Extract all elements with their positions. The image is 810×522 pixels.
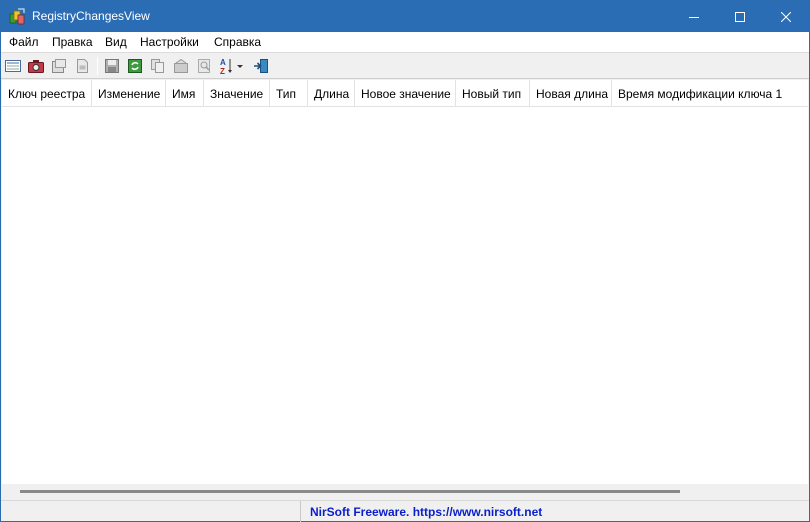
registry-app-icon (9, 8, 26, 25)
maximize-button[interactable] (717, 1, 763, 32)
list-icon[interactable] (4, 57, 22, 75)
column-header-length[interactable]: Длина (308, 80, 355, 107)
menu-options[interactable]: Настройки (140, 35, 199, 49)
sort-icon[interactable]: AZ (219, 57, 247, 75)
column-header-new-length[interactable]: Новая длина (530, 80, 612, 107)
horizontal-scrollbar[interactable] (2, 484, 808, 500)
status-bar: NirSoft Freeware. https://www.nirsoft.ne… (1, 500, 809, 522)
open-snapshot-icon[interactable] (50, 57, 68, 75)
toolbar: AZ (1, 52, 809, 79)
minimize-button[interactable] (671, 1, 717, 32)
svg-text:Z: Z (220, 67, 225, 75)
column-header-new-value[interactable]: Новое значение (355, 80, 456, 107)
registry-changes-list[interactable]: Ключ реестра Изменение Имя Значение Тип … (2, 80, 808, 484)
column-header-registry-key[interactable]: Ключ реестра (2, 80, 92, 107)
title-bar[interactable]: RegistryChangesView (1, 1, 809, 32)
menu-help[interactable]: Справка (214, 35, 261, 49)
column-header-key-modified-time-1[interactable]: Время модификации ключа 1 (612, 80, 808, 107)
maximize-icon (735, 11, 745, 22)
column-header-name[interactable]: Имя (166, 80, 204, 107)
nirsoft-link[interactable]: NirSoft Freeware. https://www.nirsoft.ne… (310, 505, 542, 519)
toolbar-separator (97, 57, 98, 75)
export-icon[interactable] (73, 57, 91, 75)
column-header-value[interactable]: Значение (204, 80, 270, 107)
svg-text:A: A (220, 58, 226, 67)
menu-file[interactable]: Файл (9, 35, 39, 49)
status-pane-empty (1, 501, 301, 522)
minimize-icon (689, 16, 699, 18)
column-header-type[interactable]: Тип (270, 80, 308, 107)
menu-edit[interactable]: Правка (52, 35, 93, 49)
find-icon[interactable] (195, 57, 213, 75)
close-button[interactable] (763, 1, 809, 32)
close-icon (781, 11, 791, 22)
snapshot-icon[interactable] (27, 57, 45, 75)
window-title: RegistryChangesView (32, 9, 150, 23)
column-header-change[interactable]: Изменение (92, 80, 166, 107)
properties-icon[interactable] (172, 57, 190, 75)
exit-icon[interactable] (252, 57, 270, 75)
save-icon[interactable] (103, 57, 121, 75)
menu-view[interactable]: Вид (105, 35, 127, 49)
column-header-new-type[interactable]: Новый тип (456, 80, 530, 107)
menu-bar: Файл Правка Вид Настройки Справка (1, 32, 809, 52)
scrollbar-thumb[interactable] (20, 490, 680, 493)
app-window: RegistryChangesView Файл Правка Вид Наст… (0, 0, 810, 522)
refresh-icon[interactable] (126, 57, 144, 75)
copy-icon[interactable] (149, 57, 167, 75)
